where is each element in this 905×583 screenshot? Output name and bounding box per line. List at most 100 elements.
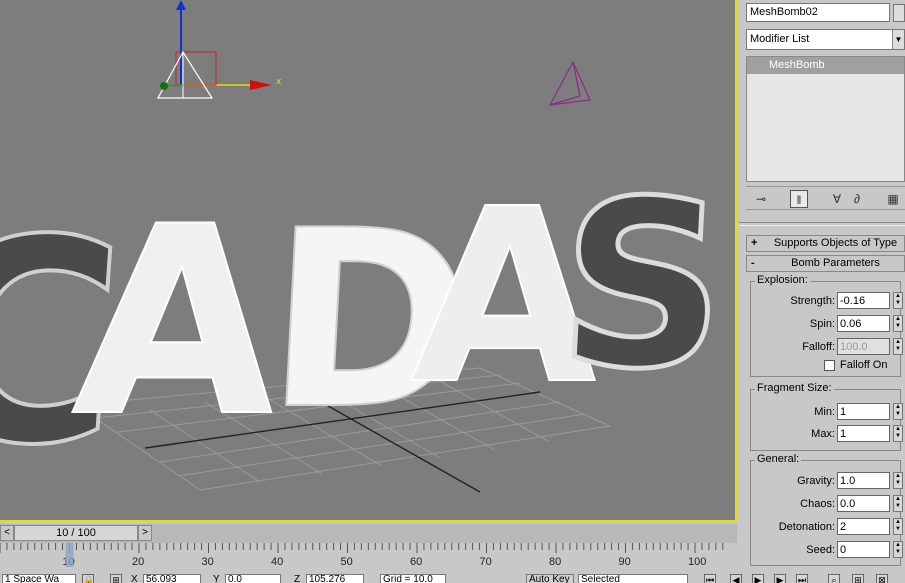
- strength-row: Strength: -0.16 ▲ ▼: [751, 292, 903, 310]
- fragment-size-group: Fragment Size: Min: 1 ▲ ▼ Max: 1 ▲ ▼: [750, 382, 903, 451]
- x-label: X: [131, 574, 138, 583]
- current-frame-marker[interactable]: [65, 543, 74, 567]
- rollout-collapse-icon: -: [751, 257, 755, 269]
- detonation-spinner[interactable]: ▲ ▼: [893, 518, 903, 535]
- svg-text:S: S: [553, 152, 733, 420]
- prev-key-icon[interactable]: ◀: [730, 574, 742, 583]
- perspective-viewport[interactable]: C A D A S x: [0, 0, 737, 522]
- object-color-swatch[interactable]: [893, 4, 905, 22]
- lock-selection-icon[interactable]: 🔒: [82, 574, 94, 583]
- goto-start-icon[interactable]: ⏮: [704, 574, 716, 583]
- gizmo-axis-x-label: x: [276, 77, 282, 87]
- falloff-row: Falloff: 100.0 ▲ ▼: [751, 338, 903, 356]
- zoom-extents-icon[interactable]: ⊞: [852, 574, 864, 583]
- max-row: Max: 1 ▲ ▼: [751, 425, 903, 443]
- next-frame-button[interactable]: >: [138, 525, 152, 541]
- time-slider[interactable]: < 10 / 100 >: [0, 524, 737, 543]
- rollout-bomb-parameters[interactable]: - Bomb Parameters: [746, 255, 905, 272]
- seed-row: Seed: 0 ▲ ▼: [751, 541, 903, 559]
- chaos-row: Chaos: 0.0 ▲ ▼: [751, 495, 903, 513]
- key-filter-dropdown[interactable]: Selected: [578, 574, 688, 583]
- bomb-gizmo: [548, 60, 591, 106]
- rollout-expand-icon: +: [751, 237, 758, 249]
- remove-modifier-icon[interactable]: ∂: [848, 190, 866, 208]
- modifier-list-label: Modifier List: [750, 33, 810, 45]
- cadas-text-mesh: C A D A S: [0, 150, 735, 509]
- track-bar-ruler: 102030405060708090100: [0, 543, 724, 568]
- min-input[interactable]: 1: [837, 403, 890, 420]
- play-icon[interactable]: ▶: [752, 574, 764, 583]
- z-label: Z: [294, 574, 301, 583]
- trackbar-tick-label: 100: [688, 556, 706, 568]
- max-label: Max:: [811, 428, 835, 440]
- trackbar-tick-label: 30: [202, 556, 214, 568]
- chaos-spinner[interactable]: ▲ ▼: [893, 495, 903, 512]
- spin-label: Spin:: [809, 318, 835, 330]
- y-label: Y: [213, 574, 220, 583]
- explosion-group: Explosion: Strength: -0.16 ▲ ▼ Spin: 0.06…: [750, 274, 903, 377]
- configure-modifier-sets-icon[interactable]: ▦: [884, 190, 902, 208]
- fragment-size-group-label: Fragment Size:: [755, 382, 834, 394]
- absolute-mode-icon[interactable]: ⊞: [110, 574, 122, 583]
- spin-spinner[interactable]: ▲ ▼: [893, 315, 903, 332]
- prev-frame-button[interactable]: <: [0, 525, 14, 541]
- make-unique-icon[interactable]: ∀: [828, 190, 846, 208]
- gravity-label: Gravity:: [797, 475, 835, 487]
- x-coordinate-field[interactable]: 56.093: [143, 574, 201, 583]
- auto-key-button[interactable]: Auto Key: [526, 574, 574, 583]
- modifier-stack: MeshBomb: [746, 56, 905, 182]
- strength-input[interactable]: -0.16: [837, 292, 890, 309]
- seed-spinner[interactable]: ▲ ▼: [893, 541, 903, 558]
- svg-text:A: A: [67, 171, 291, 474]
- rollout-title: Supports Objects of Type: [773, 237, 898, 249]
- detonation-label: Detonation:: [778, 521, 835, 533]
- spin-input[interactable]: 0.06: [837, 315, 890, 332]
- trackbar-tick-label: 80: [549, 556, 561, 568]
- strength-spinner[interactable]: ▲ ▼: [893, 292, 903, 309]
- detonation-input[interactable]: 2: [837, 518, 890, 535]
- z-coordinate-field[interactable]: 105.276: [306, 574, 364, 583]
- rollout-supports-objects[interactable]: + Supports Objects of Type: [746, 235, 905, 252]
- transform-gizmo: x: [156, 0, 282, 99]
- modifier-list-dropdown[interactable]: Modifier List ▼: [746, 29, 905, 50]
- trackbar-tick-label: 20: [132, 556, 144, 568]
- stack-item-meshbomb[interactable]: MeshBomb: [747, 57, 904, 74]
- falloff-label: Falloff:: [802, 341, 835, 353]
- falloff-on-checkbox[interactable]: [824, 360, 835, 371]
- zoom-icon[interactable]: ⌕: [828, 574, 840, 583]
- falloff-input[interactable]: 100.0: [837, 338, 890, 355]
- object-name-field[interactable]: MeshBomb02: [746, 3, 890, 22]
- selection-count-field: 1 Space Wa: [2, 574, 76, 583]
- pin-stack-icon[interactable]: ⊸: [752, 190, 770, 208]
- detonation-row: Detonation: 2 ▲ ▼: [751, 518, 903, 536]
- time-slider-thumb[interactable]: 10 / 100: [14, 525, 138, 541]
- track-bar[interactable]: 102030405060708090100: [0, 543, 737, 571]
- gravity-spinner[interactable]: ▲ ▼: [893, 472, 903, 489]
- trackbar-tick-label: 90: [619, 556, 631, 568]
- trackbar-tick-label: 70: [480, 556, 492, 568]
- grid-size-field: Grid = 10.0: [380, 574, 446, 583]
- panel-divider: [739, 222, 905, 226]
- general-group-label: General:: [755, 453, 802, 465]
- gravity-input[interactable]: 1.0: [837, 472, 890, 489]
- show-end-result-icon[interactable]: ‖: [790, 190, 808, 208]
- max-input[interactable]: 1: [837, 425, 890, 442]
- dropdown-arrow-icon[interactable]: ▼: [892, 30, 904, 49]
- min-spinner[interactable]: ▲ ▼: [893, 403, 903, 420]
- next-key-icon[interactable]: ▶: [774, 574, 786, 583]
- seed-input[interactable]: 0: [837, 541, 890, 558]
- viewport-scene: C A D A S x: [0, 0, 735, 509]
- trackbar-tick-label: 40: [271, 556, 283, 568]
- min-row: Min: 1 ▲ ▼: [751, 403, 903, 421]
- trackbar-tick-label: 50: [341, 556, 353, 568]
- max-spinner[interactable]: ▲ ▼: [893, 425, 903, 442]
- trackbar-tick-label: 60: [410, 556, 422, 568]
- rollout-title: Bomb Parameters: [791, 257, 880, 269]
- stack-toolbar: ⊸ ‖ ∀ ∂ ▦: [746, 186, 905, 210]
- goto-end-icon[interactable]: ⏭: [796, 574, 808, 583]
- y-coordinate-field[interactable]: 0.0: [225, 574, 281, 583]
- chaos-input[interactable]: 0.0: [837, 495, 890, 512]
- field-of-view-icon[interactable]: ⊠: [876, 574, 888, 583]
- falloff-spinner[interactable]: ▲ ▼: [893, 338, 903, 355]
- explosion-group-label: Explosion:: [755, 274, 810, 286]
